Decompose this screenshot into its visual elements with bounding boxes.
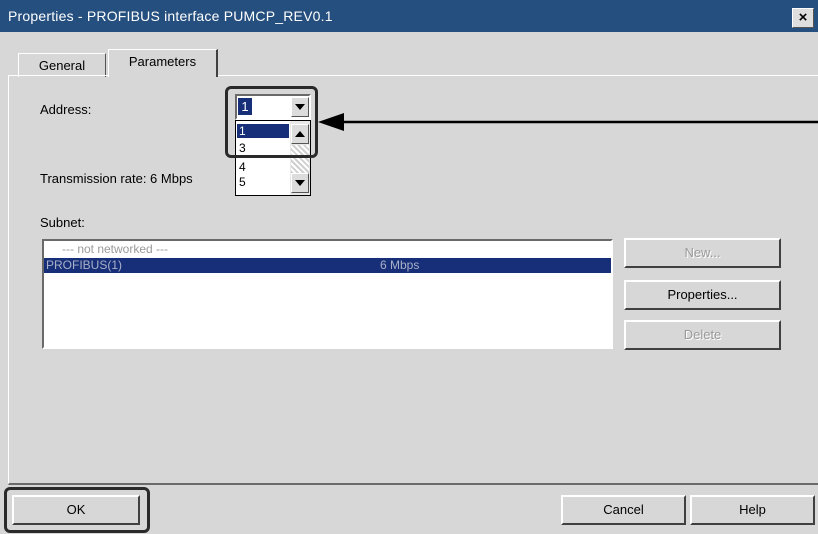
close-icon: ×: [798, 9, 808, 26]
subnet-list[interactable]: --- not networked --- PROFIBUS(1) 6 Mbps: [42, 239, 613, 349]
title-bar: Properties - PROFIBUS interface PUMCP_RE…: [0, 0, 818, 32]
ok-highlight-frame: [4, 487, 150, 533]
help-button[interactable]: Help: [690, 495, 815, 525]
subnet-rate: 6 Mbps: [380, 258, 420, 272]
delete-button[interactable]: Delete: [624, 320, 781, 350]
tab-general-label: General: [38, 58, 86, 73]
new-button[interactable]: New...: [624, 238, 781, 268]
dropdown-option[interactable]: 5: [237, 175, 289, 189]
subnet-properties-button[interactable]: Properties...: [624, 280, 781, 310]
subnet-name: PROFIBUS(1): [46, 258, 123, 272]
cancel-button[interactable]: Cancel: [561, 495, 686, 525]
tab-parameters-label: Parameters: [128, 54, 197, 69]
close-button[interactable]: ×: [792, 8, 814, 28]
subnet-label: Subnet:: [40, 215, 85, 230]
list-item[interactable]: --- not networked ---: [44, 242, 611, 257]
address-highlight-frame: [225, 86, 318, 158]
scroll-down-button[interactable]: [291, 173, 309, 193]
tab-parameters[interactable]: Parameters: [108, 49, 218, 77]
list-item[interactable]: PROFIBUS(1) 6 Mbps: [44, 258, 611, 273]
subnet-name: --- not networked ---: [62, 242, 169, 256]
chevron-down-icon: [295, 180, 305, 186]
callout-arrow: [318, 113, 818, 131]
window-title: Properties - PROFIBUS interface PUMCP_RE…: [8, 8, 333, 24]
address-label: Address:: [40, 102, 92, 117]
tab-general[interactable]: General: [18, 53, 106, 77]
transmission-rate-label: Transmission rate: 6 Mbps: [40, 171, 193, 186]
dropdown-option[interactable]: 4: [237, 160, 289, 174]
